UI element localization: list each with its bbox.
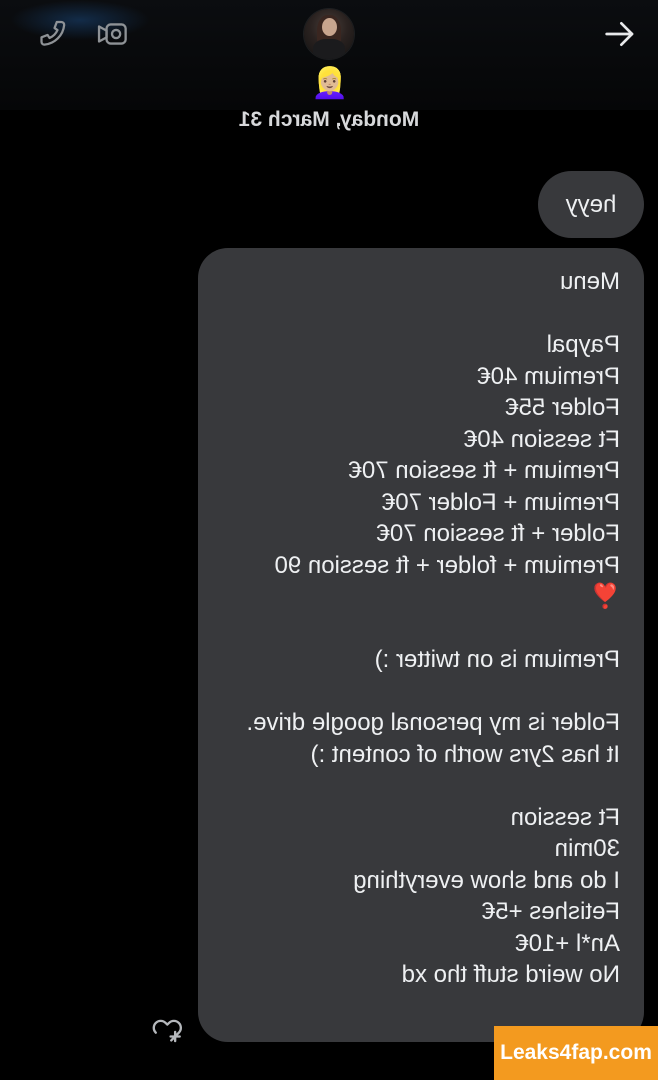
message-bubble-menu[interactable]: Menu Paypal Premium 40€ Folder 55€ Ft se… [198, 248, 644, 1042]
message-line: No weird stuff tho xd [401, 961, 620, 988]
video-camera-icon[interactable] [90, 12, 134, 56]
watermark: Leaks4fap.com [494, 1026, 658, 1080]
message-line: Premium is on twitter :) [374, 646, 620, 673]
avatar-body [313, 39, 345, 59]
arrow-right-icon[interactable] [598, 14, 642, 54]
message-line: Paypal [546, 331, 620, 358]
message-line: An*l +10€ [515, 929, 620, 957]
message-line: Folder is my personal google drive. It h… [246, 709, 620, 768]
message-text: Menu Paypal Premium 40€ Folder 55€ Ft se… [228, 266, 620, 991]
contact-avatar[interactable] [304, 9, 354, 59]
message-line: Fetishes +5€ [481, 898, 620, 925]
message-text: heyy [565, 191, 617, 218]
conversation-date: Monday, March 31 [238, 108, 420, 131]
message-line: Premium + folder + ft session 90 [274, 551, 621, 579]
chat-header: 👱🏼‍♀️ [0, 0, 658, 110]
phone-icon[interactable] [28, 12, 72, 56]
message-line: Premium + ft session 70€ [348, 457, 620, 484]
message-line-blank [228, 676, 620, 708]
message-line: Menu [559, 268, 620, 295]
heart-exclamation-emoji: ❣️ [590, 582, 620, 610]
message-line-blank [228, 298, 620, 330]
message-line-blank [228, 613, 620, 645]
message-line: Ft session [510, 803, 620, 831]
message-line: 30min [554, 835, 620, 862]
message-line: Ft session 40€ [463, 425, 620, 453]
add-reaction-heart-icon[interactable] [146, 1008, 186, 1048]
message-line-blank [228, 770, 620, 802]
status-emoji: 👱🏼‍♀️ [311, 66, 349, 101]
message-bubble-heyy[interactable]: heyy [538, 171, 644, 238]
message-line: Premium 40€ [477, 362, 620, 390]
message-line: Folder 55€ [505, 394, 620, 421]
avatar-face [322, 18, 337, 36]
message-line: I do and show everything [353, 866, 620, 894]
message-line: Folder + ft session 70€ [376, 520, 620, 547]
message-line: Premium + Folder 70€ [381, 488, 620, 516]
